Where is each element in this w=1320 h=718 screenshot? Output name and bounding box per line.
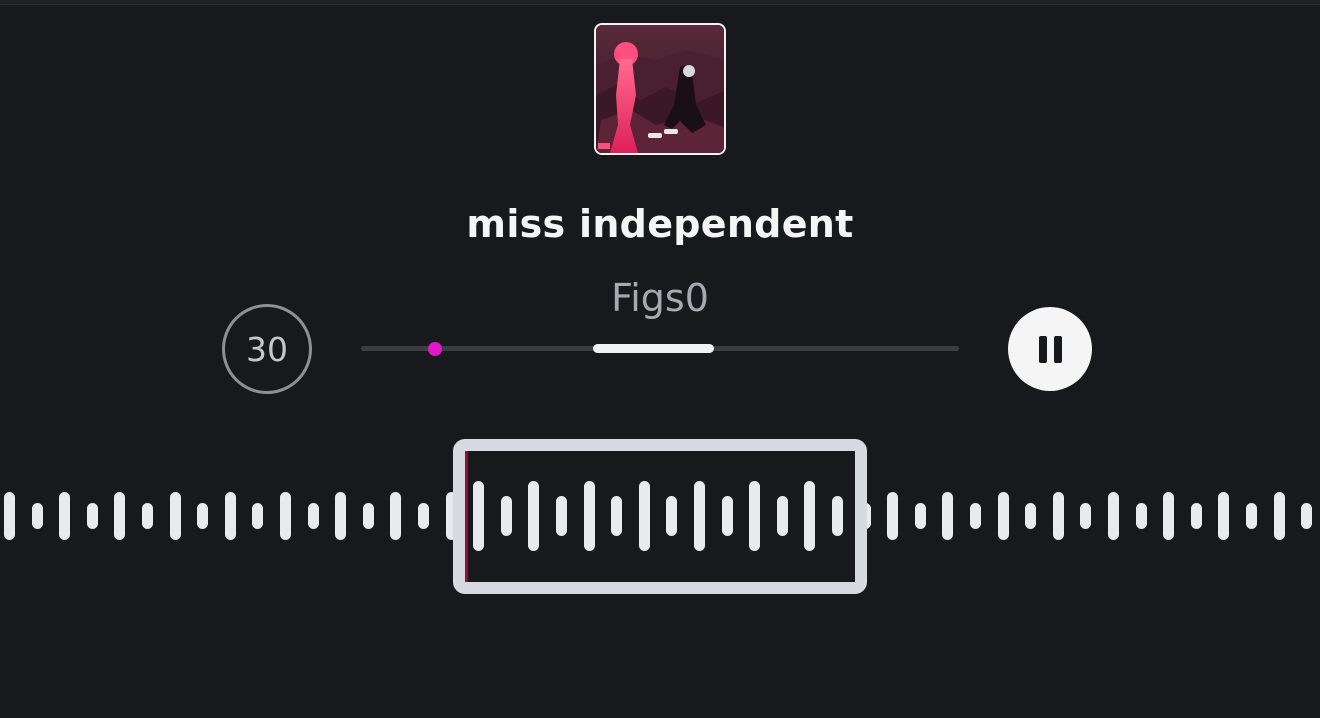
- pause-button[interactable]: [1008, 307, 1092, 391]
- waveform-bar: [1108, 492, 1119, 540]
- waveform-bar: [1218, 492, 1230, 540]
- waveform-bar: [280, 492, 291, 540]
- waveform-bar: [31, 503, 43, 529]
- top-divider: [0, 0, 1320, 5]
- waveform-bar: [142, 503, 153, 529]
- waveform-bar: [1052, 492, 1064, 540]
- playhead-marker[interactable]: [428, 341, 443, 356]
- waveform-bar: [114, 492, 126, 540]
- waveform-bar: [1135, 503, 1147, 529]
- waveform-bar: [970, 503, 981, 529]
- album-artwork-image: [596, 25, 724, 153]
- waveform-bar: [197, 503, 209, 529]
- artist-name[interactable]: Figs0: [0, 276, 1320, 320]
- selection-start-edge: [465, 451, 855, 582]
- waveform-bar: [887, 492, 899, 540]
- waveform-bar: [59, 492, 71, 540]
- waveform-bar: [1190, 503, 1202, 529]
- waveform-bar: [418, 503, 429, 529]
- waveform-bar: [362, 503, 374, 529]
- skip-back-30-button[interactable]: 30: [222, 304, 312, 394]
- skip-back-30-label: 30: [246, 329, 288, 369]
- waveform-bar: [1163, 492, 1175, 540]
- waveform-bar: [390, 492, 402, 540]
- clip-selection-window[interactable]: [453, 439, 867, 594]
- album-cover: [594, 23, 726, 155]
- waveform-bar: [997, 492, 1009, 540]
- waveform-bar: [1301, 503, 1313, 529]
- waveform-bar: [4, 492, 15, 540]
- clip-range-indicator: [593, 344, 715, 353]
- waveform-bar: [914, 503, 926, 529]
- waveform-bar: [86, 503, 98, 529]
- waveform-bar: [1025, 503, 1037, 529]
- waveform-bar: [224, 492, 236, 540]
- pause-icon: [1038, 335, 1062, 363]
- waveform-bar: [252, 503, 264, 529]
- waveform-bar: [1246, 503, 1257, 529]
- waveform-bar: [1080, 503, 1092, 529]
- waveform-bar: [307, 503, 319, 529]
- waveform-bar: [335, 492, 347, 540]
- progress-track[interactable]: [361, 341, 959, 356]
- waveform-bar: [1273, 492, 1285, 540]
- waveform-bar: [942, 492, 954, 540]
- waveform-bar: [169, 492, 181, 540]
- track-title: miss independent: [466, 202, 854, 246]
